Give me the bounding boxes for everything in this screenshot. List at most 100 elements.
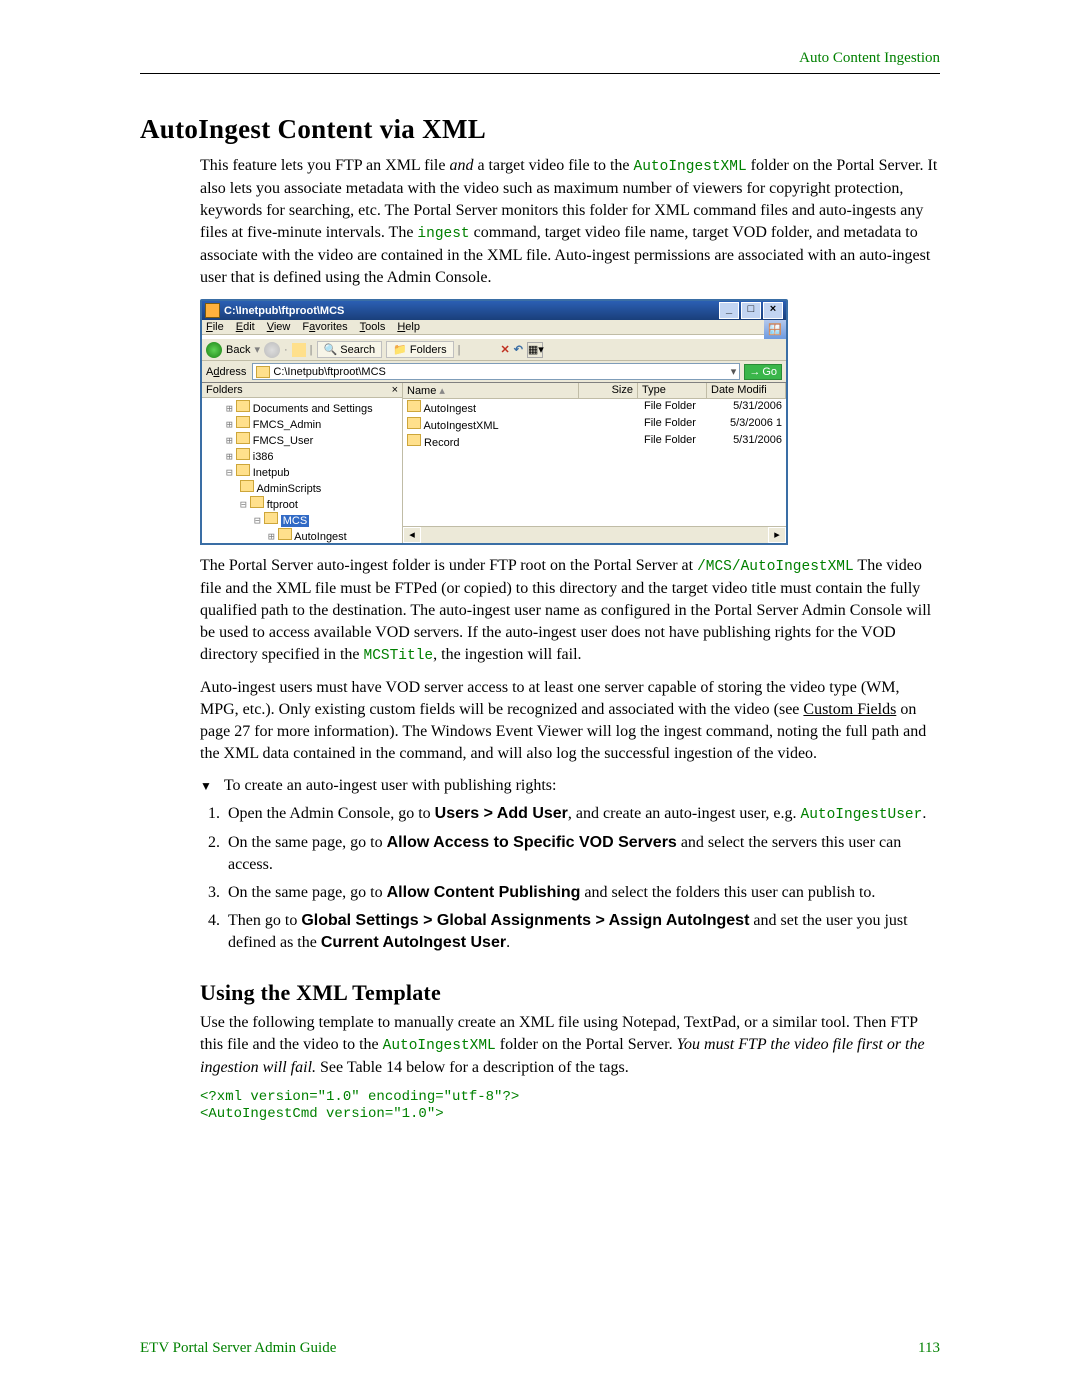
tree-node[interactable]: ⊟ ftproot — [204, 496, 400, 512]
separator: ▾ — [254, 343, 260, 356]
header-section-label: Auto Content Ingestion — [140, 50, 940, 67]
text: and select the folders this user can pub… — [580, 884, 875, 901]
menu-view[interactable]: View — [267, 321, 291, 333]
menu-help[interactable]: Help — [397, 321, 420, 333]
paragraph: Use the following template to manually c… — [200, 1012, 940, 1079]
text: . — [506, 934, 510, 951]
close-pane-icon[interactable]: × — [392, 384, 398, 396]
tree-node[interactable]: ⊟ Inetpub — [204, 464, 400, 480]
col-size[interactable]: Size — [579, 383, 638, 398]
text: . — [922, 805, 926, 822]
folders-button[interactable]: 📁 Folders — [386, 341, 453, 358]
menu-tools[interactable]: Tools — [360, 321, 386, 333]
expand-icon[interactable]: ⊞ — [226, 418, 233, 431]
tree-node[interactable]: ⊞ i386 — [204, 448, 400, 464]
xml-code: <?xml version="1.0" encoding="utf-8"?> <… — [200, 1089, 940, 1123]
expand-icon[interactable]: ⊞ — [226, 402, 233, 415]
text: Then go to — [228, 912, 301, 929]
text: Auto-ingest users must have VOD server a… — [200, 679, 900, 718]
menu-favorites[interactable]: Favorites — [302, 321, 347, 333]
address-input[interactable]: C:\Inetpub\ftproot\MCS ▾ — [252, 363, 740, 380]
back-icon[interactable] — [206, 342, 222, 358]
views-icon[interactable]: ▦▾ — [527, 342, 543, 358]
folder-icon — [236, 448, 250, 460]
expand-icon[interactable]: ⊟ — [240, 498, 247, 511]
file-list-pane: Name ▴ Size Type Date Modifi AutoIngestF… — [403, 383, 786, 543]
tree-label: ftproot — [267, 499, 298, 511]
tree-node[interactable]: ⊞ Documents and Settings — [204, 400, 400, 416]
text: a target video file to the — [473, 157, 633, 174]
tree-node[interactable]: ⊞ AutoIngest — [204, 528, 400, 543]
expand-icon[interactable]: ⊞ — [226, 450, 233, 463]
scrollbar-horizontal[interactable]: ◂ ▸ — [403, 526, 786, 543]
paragraph: The Portal Server auto-ingest folder is … — [200, 555, 940, 667]
code-inline: AutoIngestXML — [634, 159, 747, 175]
text: folder on the Portal Server. — [496, 1036, 677, 1053]
address-label: Address — [206, 366, 246, 378]
list-row[interactable]: AutoIngestXMLFile Folder5/3/2006 1 — [403, 416, 786, 433]
scroll-right-icon[interactable]: ▸ — [768, 527, 786, 543]
text: This feature lets you FTP an XML file — [200, 157, 449, 174]
expand-icon[interactable]: ⊟ — [254, 514, 261, 527]
tree-label: FMCS_Admin — [253, 419, 321, 431]
text-bold: Global Settings > Global Assignments > A… — [301, 912, 749, 929]
expand-icon[interactable]: ⊞ — [268, 530, 275, 543]
code-inline: ingest — [417, 226, 469, 242]
icon[interactable] — [482, 343, 496, 357]
up-icon[interactable] — [292, 343, 306, 357]
menu-file[interactable]: FFileile — [206, 321, 224, 333]
text: On the same page, go to — [228, 884, 387, 901]
back-button[interactable]: Back — [226, 344, 250, 356]
menu-edit[interactable]: Edit — [236, 321, 255, 333]
tree-label: AutoIngest — [294, 531, 347, 543]
close-button[interactable]: × — [763, 302, 783, 319]
section-title: AutoIngest Content via XML — [140, 114, 940, 145]
text: To create an auto-ingest user with publi… — [224, 777, 557, 794]
link-custom-fields[interactable]: Custom Fields — [803, 701, 896, 718]
folder-icon — [250, 496, 264, 508]
page-footer: ETV Portal Server Admin Guide 113 — [140, 1340, 940, 1357]
folder-icon — [236, 400, 250, 412]
triangle-icon: ▼ — [200, 779, 212, 793]
list-row[interactable]: RecordFile Folder5/31/2006 — [403, 433, 786, 450]
step-item: Then go to Global Settings > Global Assi… — [224, 910, 940, 954]
text: The Portal Server auto-ingest folder is … — [200, 557, 697, 574]
list-row[interactable]: AutoIngestFile Folder5/31/2006 — [403, 399, 786, 416]
scroll-left-icon[interactable]: ◂ — [403, 527, 421, 543]
col-date[interactable]: Date Modifi — [707, 383, 786, 398]
folders-header: Folders — [206, 384, 243, 396]
separator: | — [458, 344, 461, 356]
text-bold: Users > Add User — [435, 805, 568, 822]
folder-icon — [407, 400, 421, 412]
folder-icon — [236, 464, 250, 476]
col-name[interactable]: Name ▴ — [403, 383, 579, 398]
search-button[interactable]: 🔍 Search — [317, 341, 383, 358]
list-header: Name ▴ Size Type Date Modifi — [403, 383, 786, 399]
tree-node[interactable]: ⊞ FMCS_User — [204, 432, 400, 448]
maximize-button[interactable]: □ — [741, 302, 761, 319]
task-intro: ▼ To create an auto-ingest user with pub… — [200, 775, 940, 797]
folder-icon — [407, 417, 421, 429]
text-bold: Allow Access to Specific VOD Servers — [387, 834, 677, 851]
text: , and create an auto-ingest user, e.g. — [568, 805, 801, 822]
window-title: C:\Inetpub\ftproot\MCS — [224, 305, 717, 317]
tree-node[interactable]: ⊟ MCS — [204, 512, 400, 528]
text-italic: and — [449, 157, 473, 174]
delete-icon[interactable]: ✕ — [500, 343, 509, 356]
separator: · — [284, 344, 288, 356]
text-bold: Allow Content Publishing — [387, 884, 581, 901]
go-button[interactable]: → Go — [744, 364, 782, 380]
col-type[interactable]: Type — [638, 383, 707, 398]
folder-icon — [236, 416, 250, 428]
folder-icon — [236, 432, 250, 444]
icon[interactable] — [464, 343, 478, 357]
tree-label: FMCS_User — [253, 435, 314, 447]
tree-label: AdminScripts — [256, 483, 321, 495]
chevron-down-icon[interactable]: ▾ — [731, 365, 737, 378]
tree-node[interactable]: AdminScripts — [204, 480, 400, 496]
tree-node[interactable]: ⊞ FMCS_Admin — [204, 416, 400, 432]
minimize-button[interactable]: _ — [719, 302, 739, 319]
undo-icon[interactable]: ↶ — [514, 343, 523, 356]
expand-icon[interactable]: ⊞ — [226, 434, 233, 447]
expand-icon[interactable]: ⊟ — [226, 466, 233, 479]
